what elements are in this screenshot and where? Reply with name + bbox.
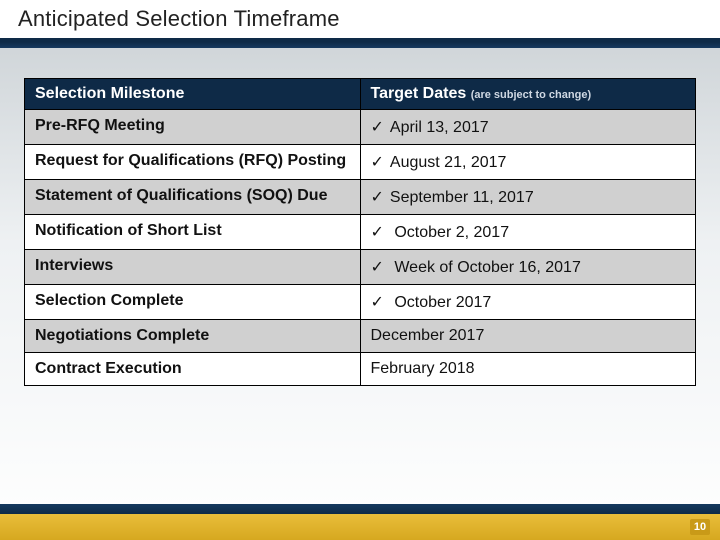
table-row: Interviews✓ Week of October 16, 2017 (25, 250, 696, 285)
check-icon: ✓ (371, 154, 384, 171)
milestone-cell: Interviews (25, 250, 361, 285)
date-text: April 13, 2017 (390, 119, 489, 136)
date-text: October 2, 2017 (390, 224, 509, 241)
footer-dark-stripe (0, 504, 720, 514)
table-row: Request for Qualifications (RFQ) Posting… (25, 145, 696, 180)
date-cell: February 2018 (360, 353, 696, 386)
milestone-cell: Contract Execution (25, 353, 361, 386)
check-icon: ✓ (371, 119, 384, 136)
table-row: Negotiations Complete December 2017 (25, 320, 696, 353)
date-cell: ✓ October 2, 2017 (360, 215, 696, 250)
header-milestone: Selection Milestone (25, 79, 361, 110)
milestone-cell: Selection Complete (25, 285, 361, 320)
date-text: December 2017 (371, 327, 485, 344)
header-dates-label: Target Dates (371, 85, 467, 102)
check-icon: ✓ (371, 294, 384, 311)
check-icon: ✓ (371, 224, 384, 241)
date-text: August 21, 2017 (390, 154, 507, 171)
table-row: Notification of Short List✓ October 2, 2… (25, 215, 696, 250)
date-text: October 2017 (390, 294, 491, 311)
milestone-cell: Statement of Qualifications (SOQ) Due (25, 180, 361, 215)
table-row: Statement of Qualifications (SOQ) Due ✓ Se… (25, 180, 696, 215)
date-cell: ✓ Week of October 16, 2017 (360, 250, 696, 285)
date-cell: ✓ August 21, 2017 (360, 145, 696, 180)
date-text: February 2018 (371, 360, 475, 377)
date-cell: ✓ October 2017 (360, 285, 696, 320)
milestones-table: Selection Milestone Target Dates (are su… (24, 78, 696, 386)
slide-title: Anticipated Selection Timeframe (0, 0, 720, 42)
check-icon: ✓ (371, 259, 384, 276)
milestone-cell: Negotiations Complete (25, 320, 361, 353)
table-row: Pre-RFQ Meeting ✓ April 13, 2017 (25, 110, 696, 145)
content-area: Selection Milestone Target Dates (are su… (0, 48, 720, 386)
date-cell: ✓ April 13, 2017 (360, 110, 696, 145)
table-body: Pre-RFQ Meeting ✓ April 13, 2017 Request fo… (25, 110, 696, 386)
milestone-cell: Request for Qualifications (RFQ) Posting (25, 145, 361, 180)
date-cell: ✓ September 11, 2017 (360, 180, 696, 215)
header-dates-note: (are subject to change) (471, 89, 591, 101)
table-header-row: Selection Milestone Target Dates (are su… (25, 79, 696, 110)
footer-gold-band: 10 (0, 514, 720, 540)
date-text: September 11, 2017 (390, 189, 534, 206)
table-row: Selection Complete✓ October 2017 (25, 285, 696, 320)
milestone-cell: Pre-RFQ Meeting (25, 110, 361, 145)
check-icon: ✓ (371, 189, 384, 206)
header-dates: Target Dates (are subject to change) (360, 79, 696, 110)
table-row: Contract Execution February 2018 (25, 353, 696, 386)
page-number: 10 (690, 519, 710, 535)
date-cell: December 2017 (360, 320, 696, 353)
milestone-cell: Notification of Short List (25, 215, 361, 250)
date-text: Week of October 16, 2017 (390, 259, 581, 276)
